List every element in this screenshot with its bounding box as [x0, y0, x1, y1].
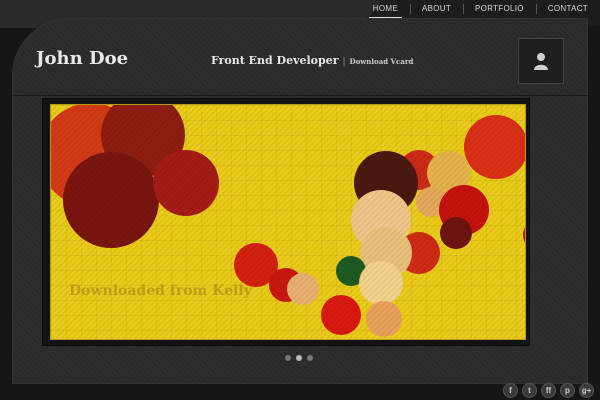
slider-dot-2[interactable]: [296, 355, 302, 361]
tagline: Front End Developer | Download Vcard: [211, 54, 413, 67]
download-vcard-link[interactable]: Download Vcard: [350, 57, 414, 66]
slide-watermark: Downloaded from Kelly: [69, 283, 252, 299]
slider-dot-1[interactable]: [285, 355, 291, 361]
bokeh-circles-artwork: [51, 105, 525, 339]
slider-pagination: [285, 355, 313, 361]
slider-dot-3[interactable]: [307, 355, 313, 361]
twitter-icon[interactable]: t: [522, 383, 537, 398]
tagline-separator: |: [342, 57, 346, 67]
slide-image[interactable]: Downloaded from Kelly: [50, 104, 526, 340]
main-nav: HOME ABOUT PORTFOLIO CONTACT: [361, 0, 600, 20]
user-silhouette-icon: [534, 53, 548, 70]
nav-portfolio[interactable]: PORTFOLIO: [463, 0, 536, 20]
googleplus-icon[interactable]: g+: [579, 383, 594, 398]
avatar: [518, 38, 564, 84]
site-owner-name: John Doe: [36, 48, 129, 69]
pinterest-icon[interactable]: p: [560, 383, 575, 398]
nav-about[interactable]: ABOUT: [409, 0, 463, 20]
header: John Doe Front End Developer | Download …: [12, 18, 588, 96]
facebook-icon[interactable]: f: [503, 383, 518, 398]
social-links: f t ff p g+: [503, 383, 594, 398]
job-title: Front End Developer: [211, 54, 339, 67]
nav-contact[interactable]: CONTACT: [535, 0, 600, 20]
flickr-icon[interactable]: ff: [541, 383, 556, 398]
nav-home[interactable]: HOME: [361, 0, 410, 20]
